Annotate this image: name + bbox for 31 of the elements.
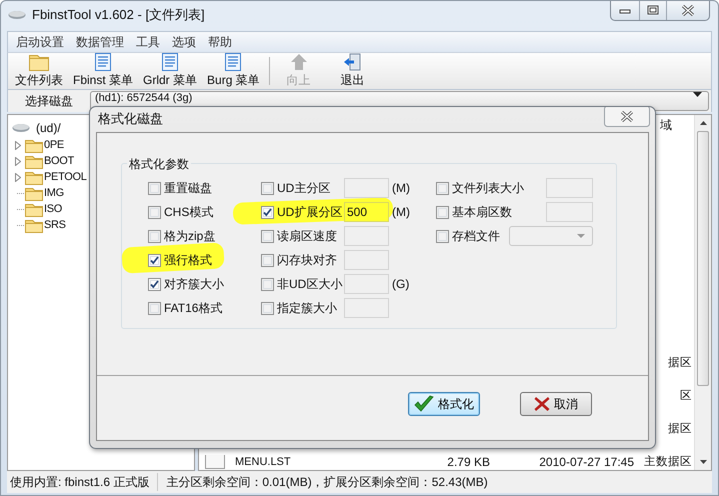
unit-label: (M) bbox=[392, 181, 410, 195]
checkbox-label: FAT16格式 bbox=[164, 300, 222, 316]
status-text: 主分区剩余空间：0.01(MB)，扩展分区剩余空间：52.43(MB) bbox=[165, 474, 489, 490]
checkbox-label: 格为zip盘 bbox=[164, 228, 216, 244]
checkbox-label: 强行格式 bbox=[164, 252, 212, 268]
unit-label: (G) bbox=[392, 277, 410, 291]
status-text: 使用内置: fbinst1.6 正式版 bbox=[7, 473, 158, 491]
field-label: 选择磁盘 bbox=[24, 92, 74, 110]
checkbox-label: CHS模式 bbox=[164, 204, 214, 220]
table-cell-text: 据区 bbox=[668, 422, 692, 436]
checkbox-label: 非UD区大小 bbox=[277, 276, 342, 292]
table-cell: 2010-07-27 17:45 bbox=[539, 455, 634, 469]
checkbox-label: 文件列表大小 bbox=[452, 180, 524, 196]
table-cell-text: 据区 bbox=[668, 356, 692, 370]
file-name: MENU.LST bbox=[235, 456, 291, 468]
checkbox-label: 指定簇大小 bbox=[277, 300, 337, 316]
checkbox-label: 重置磁盘 bbox=[164, 180, 212, 196]
checkbox-label: 存档文件 bbox=[452, 228, 500, 244]
table-cell: 主数据区 bbox=[644, 454, 692, 469]
checkbox-label: UD扩展分区 bbox=[277, 204, 342, 220]
unit-label: (M) bbox=[392, 205, 410, 219]
checkbox-label: 读扇区速度 bbox=[277, 228, 337, 244]
group-title: 格式化参数 bbox=[127, 156, 191, 173]
checkbox-label: 基本扇区数 bbox=[452, 204, 512, 220]
checkbox-label: 闪存块对齐 bbox=[277, 252, 337, 268]
checkbox-label: 对齐簇大小 bbox=[164, 276, 224, 292]
dialog-title: 格式化磁盘 bbox=[98, 110, 163, 128]
checkbox-label: UD主分区 bbox=[277, 180, 330, 196]
table-cell: 2.79 KB bbox=[447, 455, 490, 469]
window-title: FbinstTool v1.602 - [文件列表] bbox=[32, 6, 205, 24]
table-cell-text: 区 bbox=[680, 389, 692, 403]
